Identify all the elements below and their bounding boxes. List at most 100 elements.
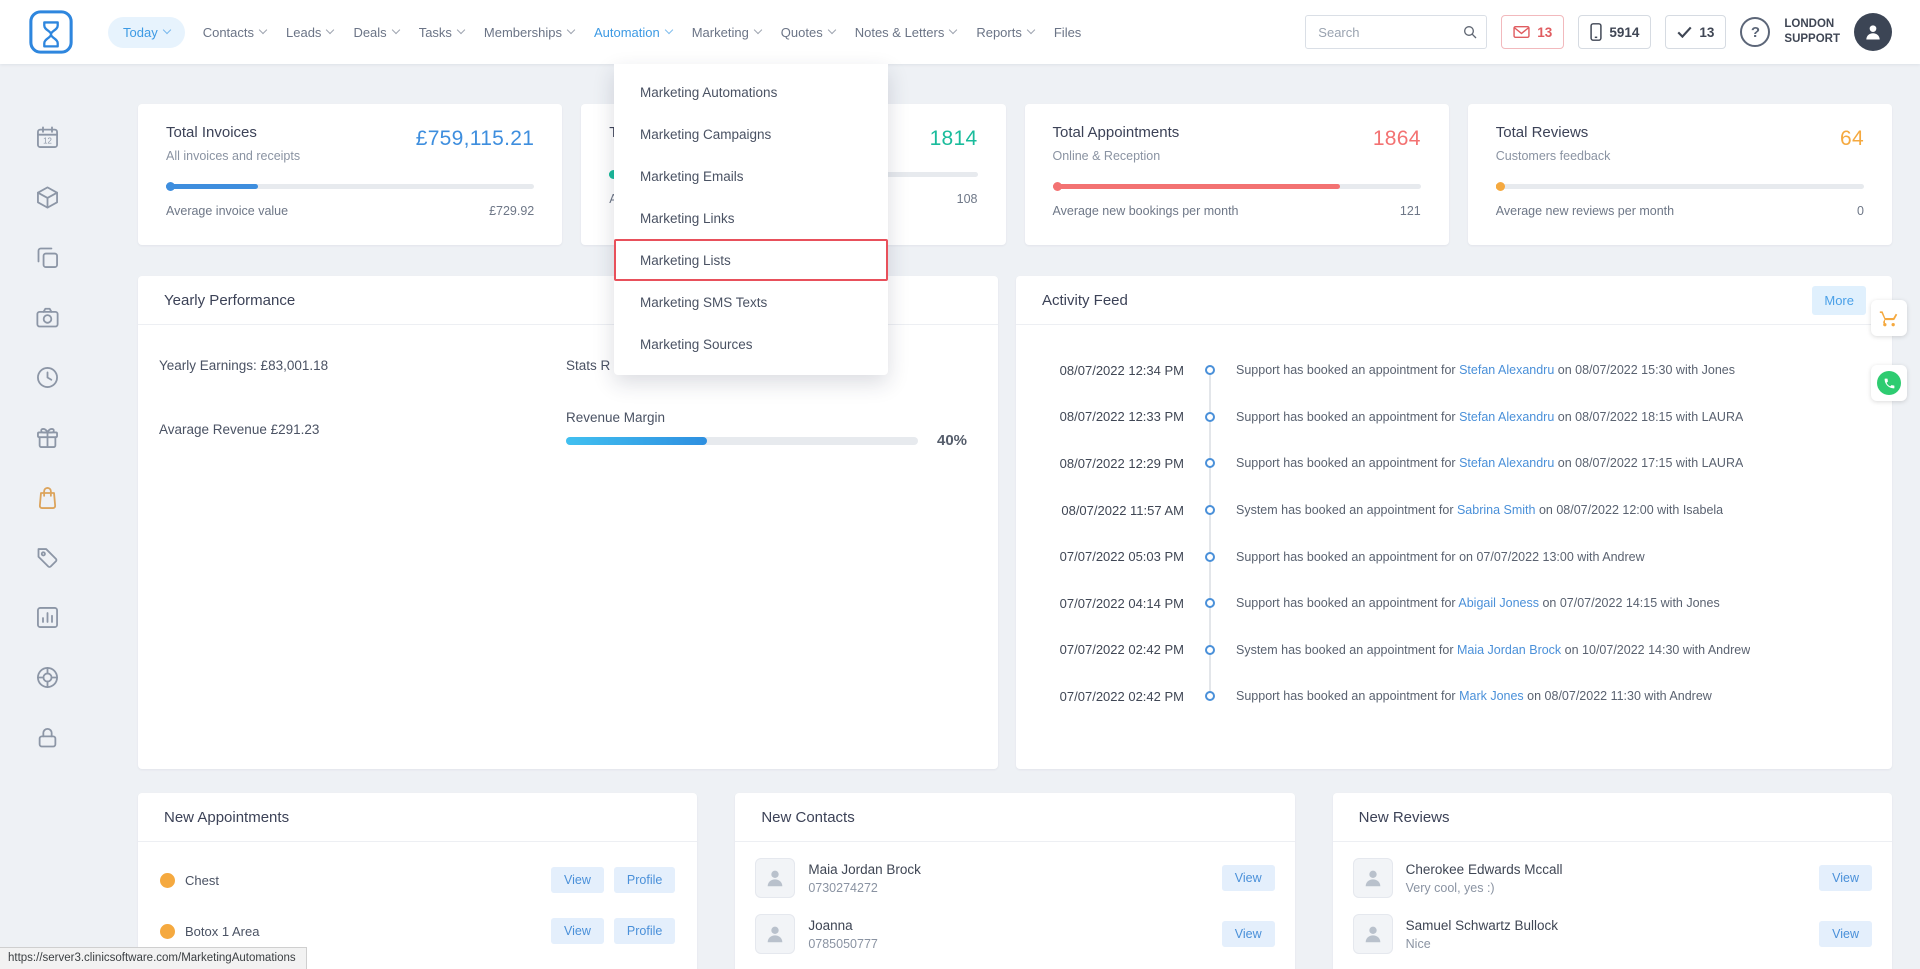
event-text: Support has booked an appointment for St…	[1236, 410, 1743, 424]
event-text: System has booked an appointment for Sab…	[1236, 503, 1723, 517]
nav-item-tasks[interactable]: Tasks	[417, 17, 466, 48]
gift-icon[interactable]	[34, 424, 61, 451]
appointment-row: Chest View Profile	[138, 867, 697, 893]
contact-phone: 0730274272	[808, 881, 921, 895]
navbar-right-cluster: 13 5914 13 ? LONDON SUPPORT	[1305, 13, 1892, 51]
calls-badge[interactable]: 5914	[1578, 15, 1651, 49]
history-icon[interactable]	[34, 364, 61, 391]
copy-icon[interactable]	[34, 244, 61, 271]
view-button[interactable]: View	[551, 918, 604, 944]
appointment-label: Chest	[185, 873, 219, 888]
calls-count: 5914	[1609, 25, 1639, 40]
stat-title: Total Appointments	[1053, 124, 1180, 141]
progress-bar	[1053, 184, 1421, 189]
chevron-down-icon	[457, 26, 465, 34]
app-logo[interactable]	[28, 9, 74, 55]
person-icon	[1863, 22, 1883, 42]
nav-item-files[interactable]: Files	[1052, 17, 1083, 48]
view-button[interactable]: View	[1819, 865, 1872, 891]
menu-item-marketing-campaigns[interactable]: Marketing Campaigns	[614, 113, 888, 155]
stat-footer-label: Average invoice value	[166, 204, 288, 218]
messages-badge[interactable]: 13	[1501, 15, 1564, 49]
nav-item-deals[interactable]: Deals	[351, 17, 400, 48]
profile-button[interactable]: Profile	[614, 918, 675, 944]
calendar-icon[interactable]: 12	[34, 124, 61, 151]
nav-item-quotes[interactable]: Quotes	[779, 17, 837, 48]
revenue-margin-bar	[566, 437, 918, 445]
event-time: 08/07/2022 12:33 PM	[1016, 409, 1184, 424]
panel-title: New Reviews	[1333, 793, 1892, 842]
cart-float-button[interactable]	[1871, 300, 1907, 336]
stats-refreshed-label: Stats R	[566, 358, 610, 373]
tasks-badge[interactable]: 13	[1665, 15, 1726, 49]
menu-item-marketing-links[interactable]: Marketing Links	[614, 197, 888, 239]
event-contact-link[interactable]: Stefan Alexandru	[1459, 363, 1554, 377]
menu-item-marketing-sms-texts[interactable]: Marketing SMS Texts	[614, 281, 888, 323]
more-button[interactable]: More	[1812, 286, 1866, 315]
contact-avatar	[755, 914, 795, 954]
status-dot	[160, 924, 175, 939]
event-contact-link[interactable]: Sabrina Smith	[1457, 503, 1536, 517]
location-line1: LONDON	[1784, 17, 1840, 32]
view-button[interactable]: View	[1819, 921, 1872, 947]
event-contact-link[interactable]: Abigail Joness	[1458, 596, 1539, 610]
chevron-down-icon	[259, 26, 267, 34]
tag-icon[interactable]	[34, 544, 61, 571]
chevron-down-icon	[162, 26, 170, 34]
smartphone-icon	[1590, 23, 1602, 41]
nav-item-marketing[interactable]: Marketing	[690, 17, 763, 48]
call-float-button[interactable]	[1871, 365, 1907, 401]
stat-subtitle: Online & Reception	[1053, 149, 1180, 163]
nav-item-leads[interactable]: Leads	[284, 17, 335, 48]
view-button[interactable]: View	[551, 867, 604, 893]
nav-item-today[interactable]: Today	[108, 17, 185, 48]
lock-icon[interactable]	[34, 724, 61, 751]
event-contact-link[interactable]: Stefan Alexandru	[1459, 410, 1554, 424]
nav-item-notes-letters[interactable]: Notes & Letters	[853, 17, 959, 48]
camera-icon[interactable]	[34, 304, 61, 331]
stat-card-invoices: Total Invoices All invoices and receipts…	[138, 104, 562, 245]
nav-label: Leads	[286, 25, 321, 40]
package-icon[interactable]	[34, 184, 61, 211]
menu-item-marketing-sources[interactable]: Marketing Sources	[614, 323, 888, 365]
menu-item-marketing-emails[interactable]: Marketing Emails	[614, 155, 888, 197]
event-text: Support has booked an appointment for on…	[1236, 550, 1645, 564]
person-icon	[1362, 923, 1384, 945]
search-icon[interactable]	[1462, 24, 1478, 45]
nav-item-automation[interactable]: Automation	[592, 17, 674, 48]
event-contact-link[interactable]: Mark Jones	[1459, 689, 1524, 703]
contact-phone: 0785050777	[808, 937, 878, 951]
chevron-down-icon	[326, 26, 334, 34]
review-text: Very cool, yes :)	[1406, 881, 1563, 895]
help-button[interactable]: ?	[1740, 17, 1770, 47]
contact-name: Joanna	[808, 918, 878, 933]
timeline-marker-icon	[1184, 645, 1236, 655]
nav-label: Contacts	[203, 25, 254, 40]
event-contact-link[interactable]: Maia Jordan Brock	[1457, 643, 1561, 657]
user-avatar[interactable]	[1854, 13, 1892, 51]
svg-text:12: 12	[43, 137, 52, 146]
stat-value: 1814	[930, 127, 978, 151]
contact-row: Joanna 0785050777 View	[735, 914, 1294, 954]
shopping-bag-icon[interactable]	[34, 484, 61, 511]
event-text: Support has booked an appointment for Ab…	[1236, 596, 1720, 610]
profile-button[interactable]: Profile	[614, 867, 675, 893]
menu-item-marketing-automations[interactable]: Marketing Automations	[614, 71, 888, 113]
nav-item-memberships[interactable]: Memberships	[482, 17, 576, 48]
nav-label: Memberships	[484, 25, 562, 40]
view-button[interactable]: View	[1222, 865, 1275, 891]
menu-item-marketing-lists[interactable]: Marketing Lists	[614, 239, 888, 281]
event-contact-link[interactable]: Stefan Alexandru	[1459, 456, 1554, 470]
nav-item-contacts[interactable]: Contacts	[201, 17, 268, 48]
stat-card-appointments: Total Appointments Online & Reception 18…	[1025, 104, 1449, 245]
search-input[interactable]	[1305, 15, 1487, 49]
hourglass-logo-icon	[28, 9, 74, 55]
stat-title: Total Reviews	[1496, 124, 1611, 141]
support-icon[interactable]	[34, 664, 61, 691]
link-preview-status-bar: https://server3.clinicsoftware.com/Marke…	[0, 947, 307, 969]
nav-item-reports[interactable]: Reports	[974, 17, 1036, 48]
timeline-marker-icon	[1184, 412, 1236, 422]
bar-chart-icon[interactable]	[34, 604, 61, 631]
stat-value: £759,115.21	[416, 127, 535, 163]
view-button[interactable]: View	[1222, 921, 1275, 947]
